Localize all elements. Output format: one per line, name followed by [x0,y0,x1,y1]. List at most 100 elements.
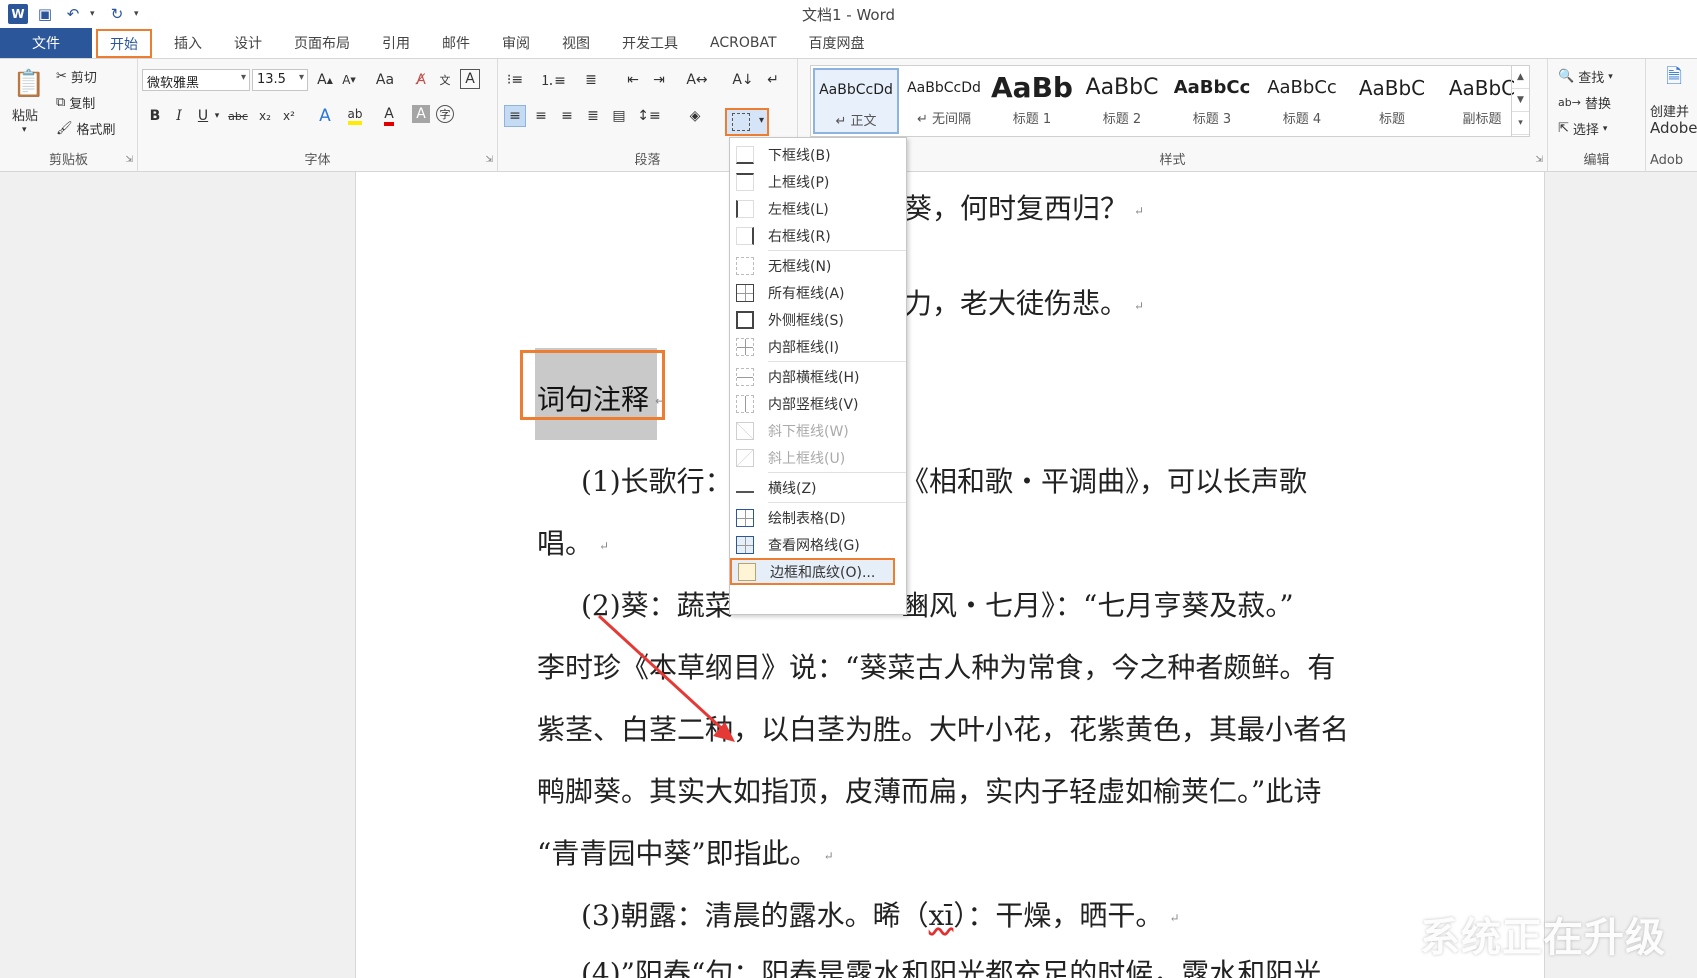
menu-top-border[interactable]: 上框线(P) [730,168,906,195]
enclose-char-icon[interactable]: 字 [436,105,454,123]
tab-view[interactable]: 视图 [546,28,606,58]
style-name: ↵ 无间隔 [916,112,972,127]
paste-icon[interactable]: 📋 [13,67,45,101]
style-name: 标题 [1378,112,1405,127]
adobe-create-line1[interactable]: 创建并 [1650,101,1689,120]
tab-baidu[interactable]: 百度网盘 [793,28,881,58]
style-heading-1[interactable]: AaBb 标题 1 [989,68,1075,134]
select-button[interactable]: ⇱ 选择 ▾ [1558,119,1607,138]
menu-draw-table[interactable]: 绘制表格(D) [730,504,906,531]
menu-view-gridlines[interactable]: 查看网格线(G) [730,531,906,558]
find-button[interactable]: 🔍 查找 ▾ [1558,67,1613,86]
gallery-down-icon[interactable]: ▼ [1512,89,1529,112]
superscript-button[interactable]: x² [278,105,300,127]
char-shading-icon[interactable]: A [412,105,430,123]
font-launcher-icon[interactable]: ⇲ [485,155,493,165]
show-marks-icon[interactable]: ↵ [762,69,784,91]
menu-left-border[interactable]: 左框线(L) [730,195,906,222]
grow-font-icon[interactable]: A ▲ [314,69,336,91]
tab-review[interactable]: 审阅 [486,28,546,58]
cut-button[interactable]: ✂ 剪切 [56,67,97,86]
copy-button[interactable]: ⧉ 复制 [56,93,95,112]
menu-no-border[interactable]: 无框线(N) [730,252,906,279]
tab-developer[interactable]: 开发工具 [606,28,694,58]
change-case-button[interactable]: Aa [370,69,400,91]
decrease-indent-icon[interactable]: ⇤ [622,69,644,91]
sort-icon[interactable]: A↓ [732,69,754,91]
tab-home[interactable]: 开始 [96,29,152,58]
gallery-up-icon[interactable]: ▲ [1512,66,1529,89]
note-2-line-5: “青青园中葵”即指此。 ↵ [537,832,834,872]
clipboard-launcher-icon[interactable]: ⇲ [125,155,133,165]
char-border-icon[interactable]: A [460,69,480,89]
tab-file[interactable]: 文件 [0,28,92,58]
style-title[interactable]: AaBbC 标题 [1349,68,1435,134]
text-effects-icon[interactable]: A [314,105,336,127]
no-border-icon [736,256,754,275]
paste-button[interactable]: 粘贴 [12,105,38,124]
style-heading-2[interactable]: AaBbC 标题 2 [1079,68,1165,134]
strikethrough-button[interactable]: abc [224,105,252,127]
underline-button[interactable]: U [192,105,214,127]
underline-dropdown-icon[interactable]: ▾ [212,105,222,127]
align-right-icon[interactable]: ≡ [556,105,578,127]
shading-icon[interactable]: ◈ [684,105,706,127]
line-spacing-icon[interactable]: ↕≡ [637,105,660,127]
editing-group-label: 编辑 [1583,153,1610,168]
style-normal[interactable]: AaBbCcDd ↵ 正文 [813,68,899,134]
align-left-icon[interactable]: ≡ [504,105,526,127]
increase-indent-icon[interactable]: ⇥ [648,69,670,91]
left-border-icon [736,199,754,218]
adobe-create-line2[interactable]: Adobe [1650,119,1697,137]
styles-gallery: AaBbCcDd ↵ 正文 AaBbCcDd ↵ 无间隔 AaBb 标题 1 A… [810,65,1530,137]
clear-format-icon[interactable]: A̸ [410,69,432,91]
paste-dropdown-icon[interactable]: ▾ [22,125,27,135]
style-heading-3[interactable]: AaBbCc 标题 3 [1169,68,1255,134]
phonetic-guide-icon[interactable]: 文 [434,69,456,91]
bullets-icon[interactable]: ⁝≡ [504,69,526,91]
shrink-font-icon[interactable]: A ▼ [338,69,360,91]
style-heading-4[interactable]: AaBbCc 标题 4 [1259,68,1345,134]
menu-inside-vertical[interactable]: 内部竖框线(V) [730,390,906,417]
menu-bottom-border[interactable]: 下框线(B) [730,141,906,168]
menu-inside-borders[interactable]: 内部框线(I) [730,333,906,360]
tab-design[interactable]: 设计 [218,28,278,58]
tab-mailings[interactable]: 邮件 [426,28,486,58]
copy-icon: ⧉ [56,95,66,110]
tab-references[interactable]: 引用 [366,28,426,58]
tab-acrobat[interactable]: ACROBAT [694,28,793,58]
chinese-layout-icon[interactable]: A↔ [686,69,708,91]
tab-layout[interactable]: 页面布局 [278,28,366,58]
subscript-button[interactable]: x₂ [254,105,276,127]
gallery-more-icon[interactable]: ▾ [1512,112,1529,135]
menu-item-label: 内部竖框线(V) [768,396,859,413]
menu-all-borders[interactable]: 所有框线(A) [730,279,906,306]
font-color-icon[interactable]: A [378,105,400,127]
styles-launcher-icon[interactable]: ⇲ [1535,155,1543,165]
adobe-pdf-icon[interactable]: 🗎 [1662,64,1686,93]
document-page[interactable]: 葵，何时复西归？ ↵ 力，老大徒伤悲。 ↵ 词句注释 ↵ (1)长歌行： 《相和歌・平… [355,172,1545,978]
distributed-icon[interactable]: ▤ [608,105,630,127]
menu-item-label: 内部横框线(H) [768,369,860,386]
justify-icon[interactable]: ≣ [582,105,604,127]
borders-button[interactable]: ▾ [725,108,769,136]
tab-insert[interactable]: 插入 [158,28,218,58]
menu-outside-borders[interactable]: 外侧框线(S) [730,306,906,333]
style-no-spacing[interactable]: AaBbCcDd ↵ 无间隔 [901,68,987,134]
align-center-icon[interactable]: ≡ [530,105,552,127]
highlight-icon[interactable]: ab [344,105,366,127]
menu-right-border[interactable]: 右框线(R) [730,222,906,249]
numbering-icon[interactable]: ⒈≡ [540,69,566,91]
multilevel-list-icon[interactable]: ≣ [580,69,602,91]
font-size-select[interactable]: 13.5 [252,69,308,91]
bold-button[interactable]: B [144,105,166,127]
format-painter-button[interactable]: 🖌 格式刷 [56,119,116,138]
italic-button[interactable]: I [168,105,190,127]
menu-horizontal-line[interactable]: 横线(Z) [730,474,906,501]
replace-button[interactable]: ab→ 替换 [1558,93,1611,112]
menu-inside-horizontal[interactable]: 内部横框线(H) [730,363,906,390]
menu-item-label: 查看网格线(G) [768,537,860,554]
menu-borders-and-shading[interactable]: 边框和底纹(O)... [730,558,895,585]
inside-horizontal-icon [736,367,754,386]
font-name-select[interactable]: 微软雅黑 [142,69,250,91]
